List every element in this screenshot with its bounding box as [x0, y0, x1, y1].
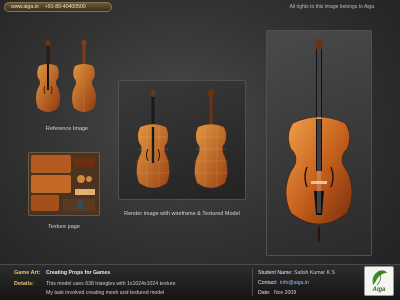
- logo-text: Aiga: [372, 287, 386, 293]
- date-label: Date:: [258, 290, 271, 296]
- contact-label: Contact:: [258, 280, 278, 286]
- hero-render-panel: [266, 30, 372, 256]
- aiga-logo: Aiga: [364, 266, 394, 296]
- portfolio-board: www.aiga.in +91-80-40400500 All rights t…: [0, 0, 400, 300]
- student-label: Student Name:: [258, 270, 293, 276]
- reference-caption: Reference Image: [45, 126, 89, 132]
- contact-pill: www.aiga.in +91-80-40400500: [4, 2, 112, 12]
- game-art-value: Creating Props for Games: [46, 270, 111, 276]
- rights-notice: All rights to this image belongs to Aiga: [289, 4, 375, 10]
- contact-email[interactable]: info@aiga.in: [280, 280, 309, 286]
- render-panel: [118, 80, 246, 200]
- phone-number: +91-80-40400500: [44, 4, 86, 10]
- game-art-label: Game Art:: [14, 270, 41, 276]
- reference-image: [28, 40, 106, 124]
- website-link[interactable]: www.aiga.in: [11, 4, 39, 10]
- info-divider: [252, 268, 253, 296]
- render-caption: Render image with wireframe & Textured M…: [124, 211, 240, 217]
- leaf-icon: [372, 270, 387, 286]
- date-value: Nov 2009: [274, 290, 297, 296]
- details-label: Details:: [14, 281, 34, 287]
- texture-caption: Texture page: [48, 224, 80, 230]
- texture-page: [28, 152, 100, 216]
- student-value: Satish Kumar K S: [294, 270, 335, 276]
- details-line-1: This model uses 638 triangles with 1x102…: [46, 281, 176, 287]
- top-bar: www.aiga.in +91-80-40400500 All rights t…: [0, 0, 400, 16]
- details-line-2: My task involved creating mesh and textu…: [46, 290, 165, 296]
